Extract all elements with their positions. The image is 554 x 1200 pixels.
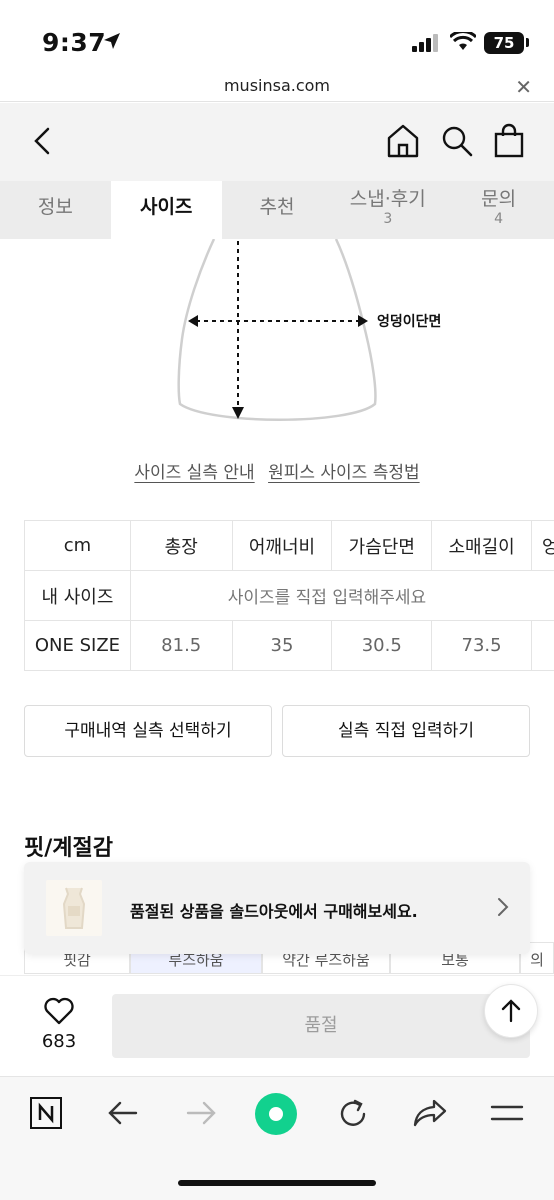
wifi-icon [450, 32, 476, 50]
tab-size[interactable]: 사이즈 [110, 181, 222, 239]
select-purchase-history-button[interactable]: 구매내역 실측 선택하기 [24, 705, 272, 757]
product-image [62, 887, 86, 929]
naver-n-icon[interactable] [30, 1097, 62, 1129]
hip-measure-label: 엉덩이단면 [377, 314, 442, 330]
green-dot-icon[interactable] [254, 1092, 298, 1136]
chevron-right-icon[interactable] [496, 896, 510, 918]
shopping-bag-icon[interactable] [493, 123, 525, 159]
table-header: 어깨너비 [231, 520, 333, 571]
table-header: 엉 [530, 520, 554, 571]
arrow-up-icon [501, 999, 521, 1023]
table-cell [530, 620, 554, 671]
heart-icon[interactable] [43, 996, 75, 1026]
home-icon[interactable] [386, 123, 420, 159]
battery-tip [526, 38, 529, 47]
table-cell: 35 [231, 620, 333, 671]
table-cell: 81.5 [129, 620, 233, 671]
location-arrow-icon [104, 33, 120, 49]
table-cell: 73.5 [431, 620, 532, 671]
fit-season-title: 핏/계절감 [24, 836, 113, 861]
dress-measure-method-link[interactable]: 원피스 사이즈 측정법 [268, 463, 420, 483]
table-header: 소매길이 [431, 520, 532, 571]
table-header: 총장 [129, 520, 233, 571]
url-text[interactable]: musinsa.com [0, 76, 554, 95]
url-bar[interactable]: musinsa.com ✕ [0, 72, 554, 102]
table-row: ONE SIZE 81.5 35 30.5 73.5 [24, 620, 554, 671]
purchase-bar: 683 품절 [0, 975, 554, 1075]
size-name-cell: ONE SIZE [24, 620, 131, 671]
product-tabs: 정보 사이즈 추천 스냅·후기 3 문의 4 [0, 181, 554, 239]
size-diagram: 엉덩이단면 [0, 239, 554, 439]
enter-measurements-button[interactable]: 실측 직접 입력하기 [282, 705, 530, 757]
menu-icon[interactable] [490, 1103, 524, 1123]
search-icon[interactable] [440, 124, 474, 158]
forward-arrow-icon[interactable] [184, 1099, 218, 1127]
product-thumbnail [46, 880, 102, 936]
app-header [0, 103, 554, 181]
tab-snap-review[interactable]: 스냅·후기 3 [332, 181, 443, 239]
back-icon[interactable] [30, 123, 54, 159]
home-indicator[interactable] [178, 1180, 376, 1186]
tab-count: 3 [383, 211, 393, 227]
scroll-to-top-button[interactable] [484, 984, 538, 1038]
share-icon[interactable] [412, 1097, 448, 1129]
refresh-icon[interactable] [336, 1097, 370, 1131]
size-measure-guide-link[interactable]: 사이즈 실측 안내 [134, 463, 254, 483]
my-size-label: 내 사이즈 [24, 570, 131, 621]
tab-info[interactable]: 정보 [0, 181, 111, 239]
like-count: 683 [41, 1031, 77, 1052]
table-header: 가슴단면 [331, 520, 433, 571]
soldout-button[interactable]: 품절 [112, 994, 530, 1058]
skirt-outline-illustration [177, 239, 377, 421]
tab-recommend[interactable]: 추천 [222, 181, 333, 239]
cellular-signal-icon [412, 34, 438, 52]
soldout-toast[interactable]: 품절된 상품을 솔드아웃에서 구매해보세요. [24, 862, 530, 954]
table-header-row: cm 총장 어깨너비 가슴단면 소매길이 엉 [24, 520, 554, 571]
battery-indicator: 75 [484, 32, 524, 54]
toast-message: 품절된 상품을 솔드아웃에서 구매해보세요. [130, 902, 418, 921]
my-size-input-hint[interactable]: 사이즈를 직접 입력해주세요 [129, 570, 554, 621]
close-icon[interactable]: ✕ [515, 75, 532, 99]
table-cell: 30.5 [331, 620, 433, 671]
table-row: 내 사이즈 사이즈를 직접 입력해주세요 [24, 570, 554, 621]
status-time: 9:37 [42, 28, 107, 57]
tab-inquiry[interactable]: 문의 4 [443, 181, 554, 239]
status-bar: 9:37 75 [0, 0, 554, 72]
back-arrow-icon[interactable] [106, 1099, 140, 1127]
size-guide-links: 사이즈 실측 안내 원피스 사이즈 측정법 [0, 458, 554, 483]
table-header: cm [24, 520, 131, 571]
tab-count: 4 [494, 211, 504, 227]
size-table: cm 총장 어깨너비 가슴단면 소매길이 엉 내 사이즈 사이즈를 직접 입력해… [24, 520, 554, 671]
